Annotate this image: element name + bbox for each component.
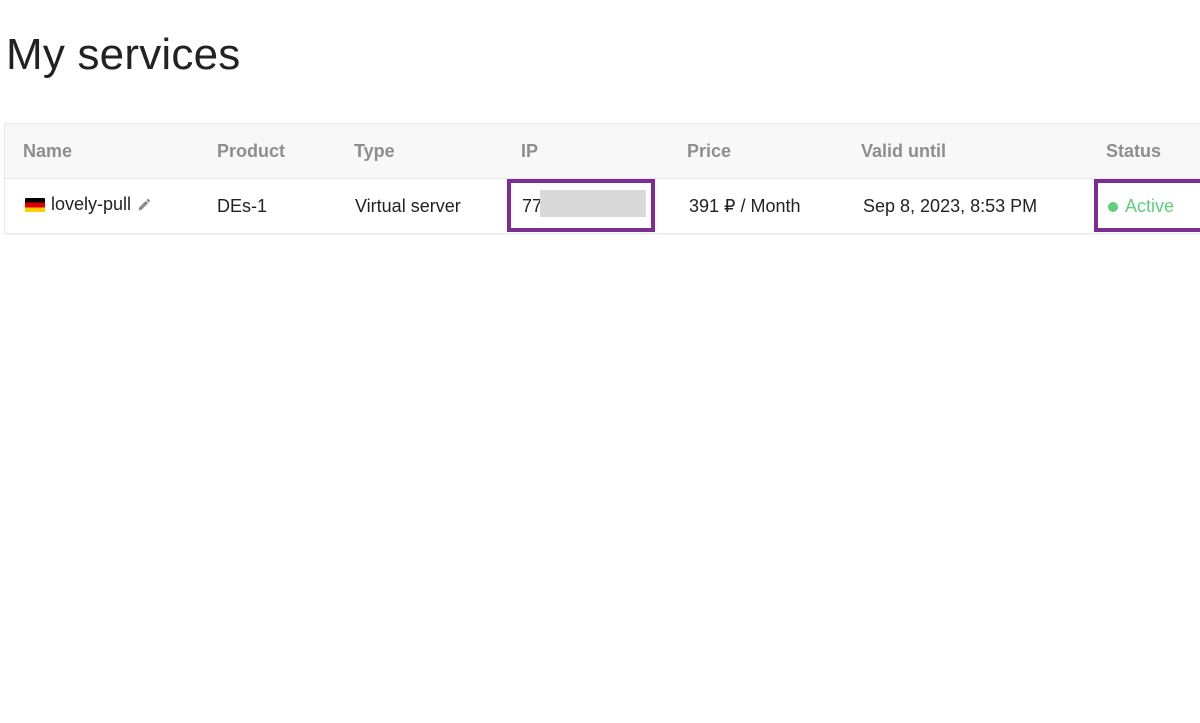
price-cell: 391 ₽ / Month <box>689 196 801 216</box>
column-header-ip[interactable]: IP <box>521 141 538 162</box>
germany-flag-icon <box>25 197 45 212</box>
services-table: Name Product Type IP Price Valid until S… <box>4 123 1200 234</box>
status-highlight-box <box>1094 179 1200 232</box>
column-header-product[interactable]: Product <box>217 141 285 162</box>
product-cell: DEs-1 <box>217 196 268 216</box>
type-cell: Virtual server <box>355 196 461 216</box>
column-header-valid-until[interactable]: Valid until <box>861 141 946 162</box>
service-name-cell: lovely-pull <box>25 194 152 215</box>
service-name[interactable]: lovely-pull <box>51 194 131 215</box>
table-header: Name Product Type IP Price Valid until S… <box>5 124 1200 179</box>
valid-until-cell: Sep 8, 2023, 8:53 PM <box>863 196 1038 216</box>
ip-highlight-box <box>507 179 655 232</box>
column-header-status[interactable]: Status <box>1106 141 1161 162</box>
edit-name-pencil-icon[interactable] <box>137 197 152 212</box>
column-header-price[interactable]: Price <box>687 141 731 162</box>
column-header-type[interactable]: Type <box>354 141 395 162</box>
page-title: My services <box>6 30 241 79</box>
column-header-name[interactable]: Name <box>23 141 72 162</box>
